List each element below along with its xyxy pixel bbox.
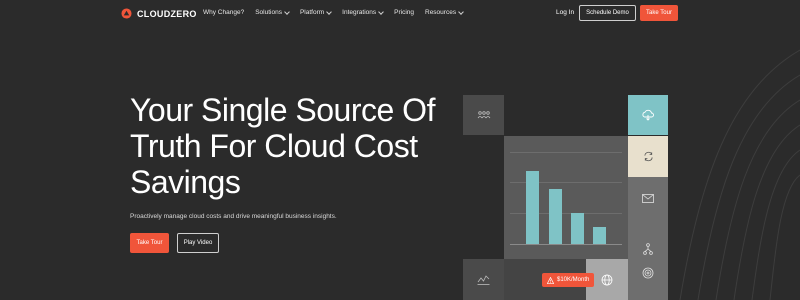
- nav-label: Pricing: [394, 9, 414, 16]
- login-link[interactable]: Log In: [556, 9, 574, 16]
- nav-label: Why Change?: [203, 9, 245, 16]
- chart-bar: [549, 189, 562, 244]
- nav-label: Resources: [425, 9, 457, 16]
- nav-label: Solutions: [255, 9, 282, 16]
- hero-subtext: Proactively manage cloud costs and drive…: [130, 213, 337, 220]
- schedule-demo-button[interactable]: Schedule Demo: [579, 5, 636, 21]
- warning-icon: [547, 276, 554, 284]
- chart-bar: [526, 171, 539, 244]
- side-column-tile: [628, 177, 668, 300]
- network-icon: [643, 243, 653, 255]
- mail-icon: [642, 194, 654, 203]
- target-icon: [642, 267, 654, 279]
- take-tour-button[interactable]: Take Tour: [130, 233, 169, 253]
- cost-bar-chart-panel: [504, 136, 628, 259]
- refresh-icon: [643, 151, 653, 162]
- chart-bar: [571, 213, 584, 244]
- gridline: [510, 152, 622, 153]
- brand-logo[interactable]: CLOUDZERO: [121, 8, 197, 19]
- refresh-tile: [628, 136, 668, 177]
- cloud-tile: [628, 95, 668, 135]
- chevron-down-icon: [378, 8, 384, 15]
- chevron-down-icon: [458, 8, 464, 15]
- chart-baseline: [510, 244, 622, 245]
- nav-item-platform[interactable]: Platform: [299, 8, 332, 16]
- top-nav: CLOUDZERO Why Change? Solutions Platform…: [0, 0, 800, 28]
- chevron-down-icon: [326, 8, 332, 15]
- chart-icon: [477, 275, 490, 285]
- chart-bar: [593, 227, 606, 244]
- globe-icon: [601, 274, 613, 285]
- nav-take-tour-button[interactable]: Take Tour: [640, 5, 678, 21]
- chart-tile: [463, 259, 504, 300]
- nav-item-solutions[interactable]: Solutions: [255, 8, 290, 16]
- chevron-down-icon: [284, 8, 290, 15]
- brand-name: CLOUDZERO: [137, 8, 197, 19]
- cloud-icon: [642, 109, 654, 121]
- logo-icon: [121, 8, 132, 19]
- nav-label: Integrations: [342, 9, 377, 16]
- nav-item-pricing[interactable]: Pricing: [394, 9, 414, 16]
- hero-headline: Your Single Source Of Truth For Cloud Co…: [130, 92, 435, 200]
- cost-alert-badge: $10K/Month: [542, 273, 595, 287]
- main-menu: Why Change? Solutions Platform Integrati…: [203, 8, 464, 16]
- people-tile: [463, 95, 504, 135]
- people-icon: [477, 111, 490, 119]
- nav-item-why-change[interactable]: Why Change?: [203, 9, 244, 16]
- nav-item-resources[interactable]: Resources: [425, 8, 464, 16]
- nav-item-integrations[interactable]: Integrations: [342, 8, 384, 16]
- nav-label: Platform: [299, 9, 325, 16]
- badge-label: $10K/Month: [557, 277, 590, 283]
- play-video-button[interactable]: Play Video: [177, 233, 219, 253]
